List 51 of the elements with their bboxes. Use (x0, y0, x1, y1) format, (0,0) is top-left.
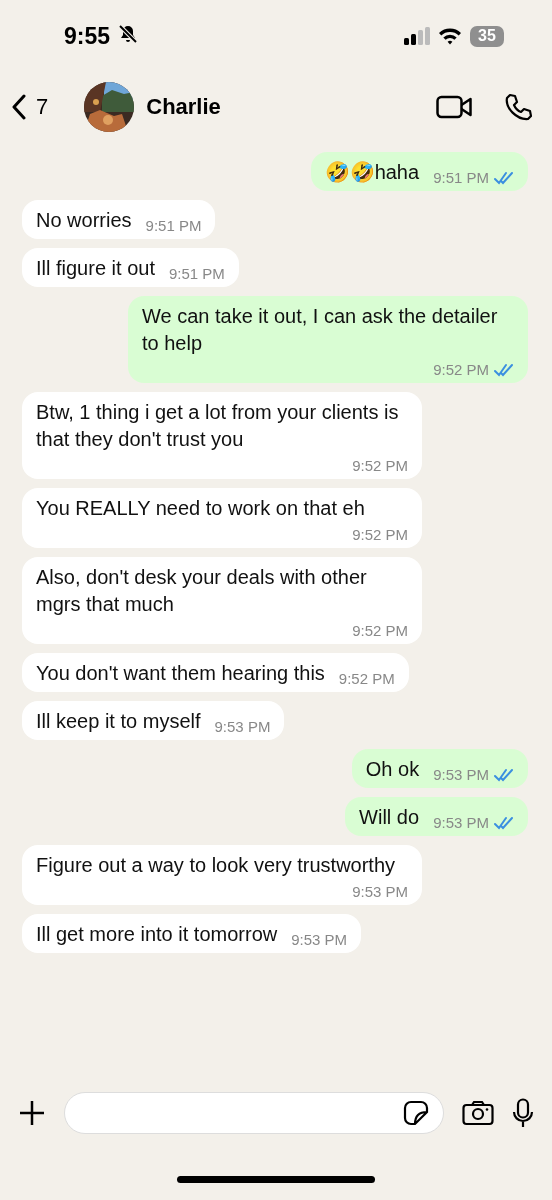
signal-icon (404, 27, 430, 45)
received-message-bubble[interactable]: Ill keep it to myself 9:53 PM (22, 701, 285, 740)
message-time: 9:52 PM (352, 526, 408, 543)
message-text: Ill get more into it tomorrow (36, 922, 278, 947)
message-time: 9:53 PM (291, 931, 348, 948)
message-text: Ill keep it to myself (36, 709, 201, 734)
message-text: You don't want them hearing this (36, 661, 325, 686)
message-time: 9:52 PM (433, 361, 489, 378)
message-text: Will do (359, 805, 420, 830)
message-input-field[interactable] (64, 1092, 444, 1134)
received-message-bubble[interactable]: Figure out a way to look very trustworthy 9:53 PM (22, 845, 422, 905)
received-message-bubble[interactable]: Also, don't desk your deals with other mgrs that much 9:52 PM (22, 557, 422, 644)
sent-message-bubble[interactable]: We can take it out, I can ask the detailer to help 9:52 PM (128, 296, 528, 383)
message-time: 9:52 PM (352, 457, 408, 474)
message-text: Also, don't desk your deals with other mgrs that much (36, 565, 368, 617)
message-text: Oh ok (365, 757, 420, 782)
message-text: Ill figure it out (36, 256, 155, 281)
received-message-bubble[interactable]: You don't want them hearing this 9:52 PM (22, 653, 409, 692)
message-time: 9:53 PM (433, 766, 489, 783)
message-time: 9:51 PM (433, 169, 489, 186)
add-icon[interactable] (18, 1099, 46, 1127)
sent-message-bubble[interactable]: Oh ok 9:53 PM (351, 749, 528, 788)
camera-icon[interactable] (462, 1100, 494, 1126)
message-time: 9:53 PM (352, 883, 408, 900)
message-text: We can take it out, I can ask the detailer to help (142, 304, 499, 356)
message-text: No worries (36, 208, 132, 233)
received-message-bubble[interactable]: No worries 9:51 PM (22, 200, 216, 239)
back-button[interactable]: 7 (12, 94, 49, 120)
message-time: 9:51 PM (168, 265, 225, 282)
sent-message-bubble[interactable]: Will do 9:53 PM (345, 797, 528, 836)
received-message-bubble[interactable]: Ill get more into it tomorrow 9:53 PM (22, 914, 362, 953)
contact-name[interactable]: Charlie (146, 94, 221, 120)
message-time: 9:52 PM (352, 622, 408, 639)
clock-time: 9:55 (64, 22, 111, 50)
phone-icon[interactable] (504, 93, 532, 121)
battery-level: 35 (470, 25, 504, 47)
received-message-bubble[interactable]: Ill figure it out 9:51 PM (22, 248, 239, 287)
microphone-icon[interactable] (512, 1098, 534, 1128)
received-message-bubble[interactable]: You REALLY need to work on that eh 9:52 PM (22, 488, 422, 548)
message-text: Btw, 1 thing i get a lot from your clients is that they don't trust you (36, 400, 400, 452)
message-text: Figure out a way to look very trustworthy (36, 853, 396, 878)
message-time: 9:52 PM (338, 670, 395, 687)
message-time: 9:53 PM (433, 814, 489, 831)
video-call-icon[interactable] (436, 95, 472, 119)
message-time: 9:53 PM (214, 718, 271, 735)
received-message-bubble[interactable]: Btw, 1 thing i get a lot from your clients is that they don't trust you 9:52 PM (22, 392, 422, 479)
message-time: 9:51 PM (145, 217, 202, 234)
message-text: 🤣🤣haha (324, 160, 420, 185)
message-text: You REALLY need to work on that eh (36, 496, 365, 521)
sticker-icon[interactable] (403, 1100, 429, 1126)
wifi-icon (438, 27, 462, 45)
